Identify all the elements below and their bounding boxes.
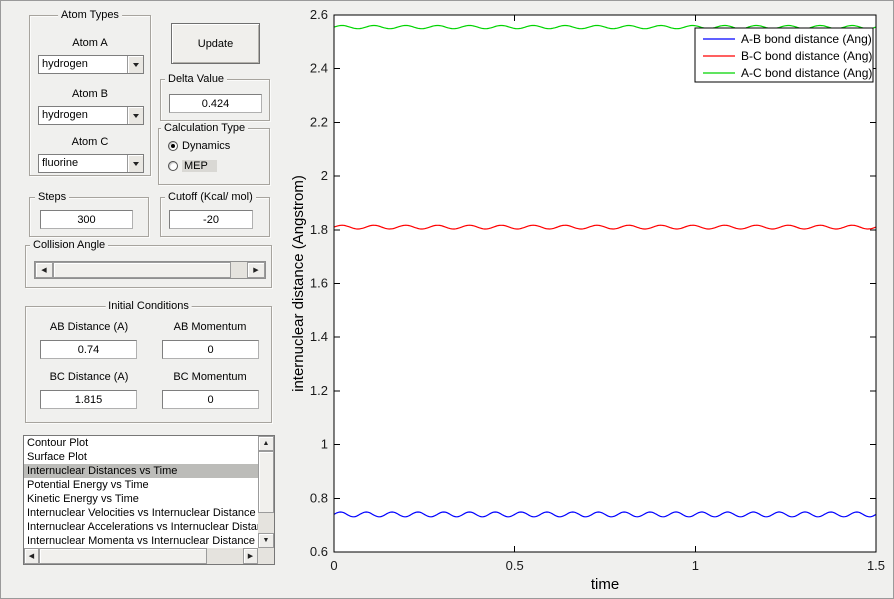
- atom-a-dropdown-button[interactable]: [127, 56, 143, 73]
- x-axis-label: time: [591, 576, 619, 593]
- slider-left-arrow-icon[interactable]: ◀: [35, 262, 53, 278]
- delta-value-input[interactable]: [169, 94, 262, 113]
- bc-distance-input[interactable]: [40, 390, 137, 409]
- atom-c-label: Atom C: [71, 136, 109, 148]
- list-item[interactable]: Kinetic Energy vs Time: [24, 492, 258, 506]
- cutoff-input[interactable]: [169, 210, 253, 229]
- update-button[interactable]: Update: [171, 23, 260, 64]
- simulation-window: Atom Types Atom A hydrogen Atom B hydrog…: [0, 0, 894, 599]
- y-tick-label: 1.2: [310, 383, 328, 398]
- bc-momentum-label: BC Momentum: [173, 371, 247, 383]
- y-tick-label: 1: [321, 437, 328, 452]
- atom-b-dropdown-button[interactable]: [127, 107, 143, 124]
- ab-distance-label: AB Distance (A): [49, 321, 129, 333]
- x-tick-label: 0.5: [506, 558, 524, 573]
- collision-angle-slider[interactable]: ◀ ▶: [34, 261, 266, 279]
- slider-thumb[interactable]: [53, 262, 231, 278]
- y-tick-label: 1.4: [310, 329, 328, 344]
- list-item[interactable]: Surface Plot: [24, 450, 258, 464]
- legend-label: B-C bond distance (Ang): [741, 49, 872, 63]
- steps-group: Steps: [29, 191, 149, 237]
- atom-types-group: Atom Types Atom A hydrogen Atom B hydrog…: [29, 9, 151, 176]
- plot-type-list: Contour Plot Surface Plot Internuclear Dis…: [24, 436, 258, 548]
- y-tick-label: 2.6: [310, 7, 328, 22]
- radio-mep[interactable]: MEP: [168, 160, 217, 172]
- x-tick-label: 1.5: [867, 558, 885, 573]
- collision-angle-group: Collision Angle ◀ ▶: [25, 239, 272, 288]
- list-item[interactable]: Internuclear Momenta vs Internuclear Dis…: [24, 534, 258, 548]
- plot-type-listbox[interactable]: Contour Plot Surface Plot Internuclear Dis…: [23, 435, 275, 565]
- atom-b-dropdown[interactable]: hydrogen: [38, 106, 144, 125]
- atom-a-label: Atom A: [72, 37, 108, 49]
- y-tick-label: 0.8: [310, 490, 328, 505]
- scrollbar-corner: [258, 548, 274, 564]
- listbox-horizontal-scrollbar[interactable]: ◀ ▶: [24, 548, 258, 564]
- y-tick-label: 2: [321, 168, 328, 183]
- x-tick-label: 1: [692, 558, 699, 573]
- vertical-scroll-thumb[interactable]: [258, 451, 274, 513]
- listbox-vertical-scrollbar[interactable]: ▲ ▼: [258, 436, 274, 548]
- calculation-type-group: Calculation Type Dynamics MEP: [158, 122, 270, 185]
- vertical-scroll-track[interactable]: [258, 513, 274, 533]
- y-tick-label: 0.6: [310, 544, 328, 559]
- calculation-type-title: Calculation Type: [161, 122, 249, 135]
- list-item[interactable]: Internuclear Distances vs Time: [24, 464, 258, 478]
- delta-value-group: Delta Value: [160, 73, 270, 121]
- chart-panel: 0 0.5 1 1.5 0.6 0.8 1 1.2 1.4 1.6 1.8 2 2.2 2.4 2.6 tim…: [290, 1, 893, 598]
- atom-c-dropdown[interactable]: fluorine: [38, 154, 144, 173]
- plot-background: [334, 15, 876, 552]
- atom-c-value: fluorine: [42, 157, 79, 169]
- chevron-down-icon: [132, 161, 139, 166]
- steps-title: Steps: [35, 191, 70, 204]
- y-tick-label: 2.4: [310, 61, 328, 76]
- radio-dynamics-label: Dynamics: [182, 140, 231, 152]
- legend-label: A-C bond distance (Ang): [741, 66, 872, 80]
- y-tick-label: 2.2: [310, 114, 328, 129]
- radio-mep-label: MEP: [182, 160, 217, 172]
- scroll-down-arrow-icon[interactable]: ▼: [258, 533, 274, 548]
- collision-angle-title: Collision Angle: [30, 239, 109, 252]
- steps-input[interactable]: [40, 210, 133, 229]
- horizontal-scroll-thumb[interactable]: [39, 548, 207, 564]
- scroll-left-arrow-icon[interactable]: ◀: [24, 548, 39, 564]
- y-axis-label: internuclear distance (Angstrom): [291, 175, 307, 392]
- y-tick-label: 1.8: [310, 222, 328, 237]
- radio-dynamics[interactable]: Dynamics: [168, 140, 230, 152]
- cutoff-group: Cutoff (Kcal/ mol): [160, 191, 270, 237]
- ab-distance-input[interactable]: [40, 340, 137, 359]
- atom-types-title: Atom Types: [58, 9, 122, 22]
- bc-momentum-input[interactable]: [162, 390, 259, 409]
- chevron-down-icon: [132, 113, 139, 118]
- atom-a-dropdown[interactable]: hydrogen: [38, 55, 144, 74]
- list-item[interactable]: Internuclear Accelerations vs Internucle…: [24, 520, 258, 534]
- cutoff-title: Cutoff (Kcal/ mol): [165, 191, 256, 204]
- horizontal-scroll-track[interactable]: [207, 548, 243, 564]
- radio-selected-icon: [168, 141, 178, 151]
- slider-track[interactable]: [231, 262, 247, 278]
- atom-b-label: Atom B: [71, 88, 109, 100]
- bc-distance-label: BC Distance (A): [49, 371, 129, 383]
- scroll-right-arrow-icon[interactable]: ▶: [243, 548, 258, 564]
- atom-b-value: hydrogen: [42, 109, 88, 121]
- delta-value-title: Delta Value: [165, 73, 228, 86]
- atom-a-value: hydrogen: [42, 58, 88, 70]
- radio-unselected-icon: [168, 161, 178, 171]
- ab-momentum-input[interactable]: [162, 340, 259, 359]
- y-tick-label: 1.6: [310, 276, 328, 291]
- slider-right-arrow-icon[interactable]: ▶: [247, 262, 265, 278]
- atom-c-dropdown-button[interactable]: [127, 155, 143, 172]
- internuclear-distance-chart: 0 0.5 1 1.5 0.6 0.8 1 1.2 1.4 1.6 1.8 2 2.2 2.4 2.6 tim…: [290, 7, 885, 593]
- initial-conditions-title: Initial Conditions: [105, 300, 192, 313]
- x-tick-label: 0: [330, 558, 337, 573]
- list-item[interactable]: Internuclear Velocities vs Internuclear …: [24, 506, 258, 520]
- list-item[interactable]: Potential Energy vs Time: [24, 478, 258, 492]
- initial-conditions-group: Initial Conditions AB Distance (A) AB Mo…: [25, 300, 272, 423]
- scroll-up-arrow-icon[interactable]: ▲: [258, 436, 274, 451]
- list-item[interactable]: Contour Plot: [24, 436, 258, 450]
- chevron-down-icon: [132, 62, 139, 67]
- ab-momentum-label: AB Momentum: [173, 321, 247, 333]
- legend-label: A-B bond distance (Ang): [741, 32, 872, 46]
